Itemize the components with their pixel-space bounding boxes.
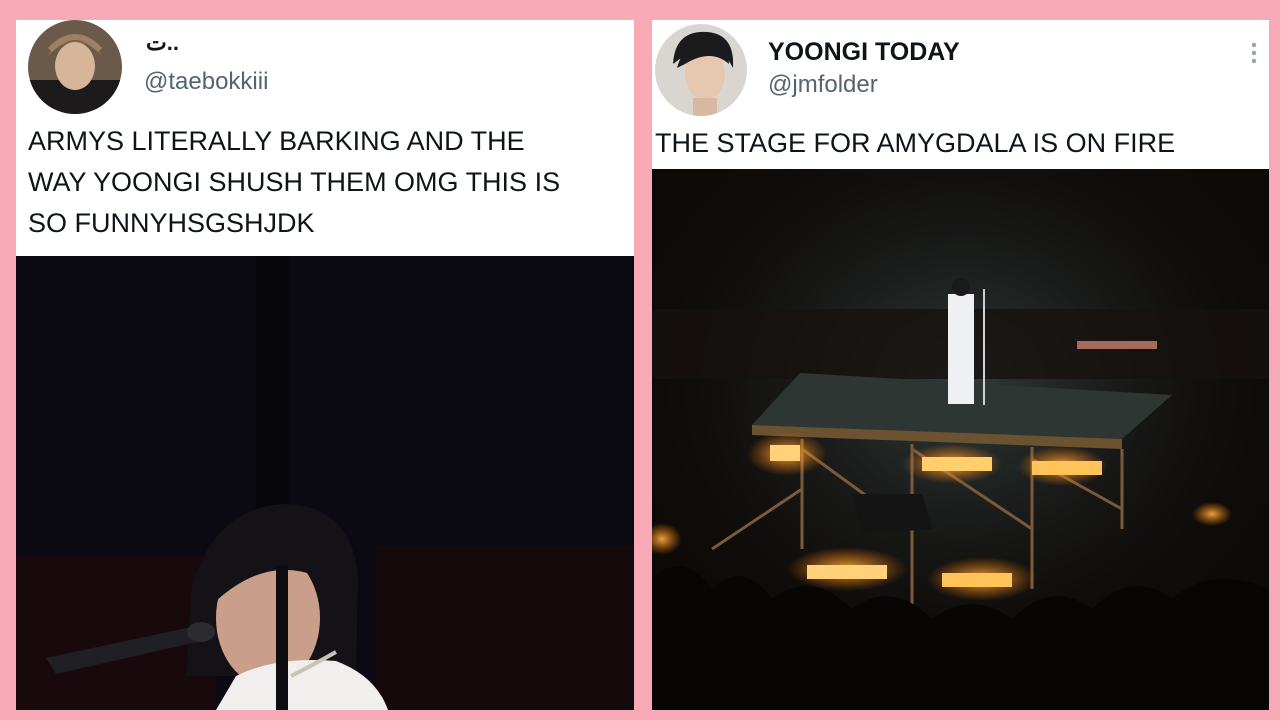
avatar-taebokkiii[interactable]: [28, 20, 122, 114]
display-name[interactable]: YOONGI TODAY: [768, 38, 960, 67]
tweet-text-line: ARMYS LITERALLY BARKING AND THE: [28, 126, 525, 156]
more-vertical-icon[interactable]: [1250, 41, 1258, 65]
tweet-text: THE STAGE FOR AMYGDALA IS ON FIRE: [655, 128, 1176, 158]
tweet-card-left: ت.. @taebokkiii ARMYS LITERALLY BARKING …: [16, 20, 634, 710]
display-name[interactable]: ت..: [146, 30, 179, 56]
avatar-jmfolder[interactable]: [655, 24, 747, 116]
tweet-text: ARMYS LITERALLY BARKING AND THE WAY YOON…: [28, 121, 560, 244]
tweet-text-line: SO FUNNYHSGSHJDK: [28, 208, 315, 238]
user-handle[interactable]: @taebokkiii: [144, 68, 268, 96]
tweet-media-concert-closeup[interactable]: [16, 256, 634, 710]
user-handle[interactable]: @jmfolder: [768, 71, 878, 99]
tweet-text-line: WAY YOONGI SHUSH THEM OMG THIS IS: [28, 167, 561, 197]
tweet-card-right: YOONGI TODAY @jmfolder THE STAGE FOR AMY…: [652, 20, 1269, 710]
tweet-media-burning-stage[interactable]: [652, 169, 1269, 710]
